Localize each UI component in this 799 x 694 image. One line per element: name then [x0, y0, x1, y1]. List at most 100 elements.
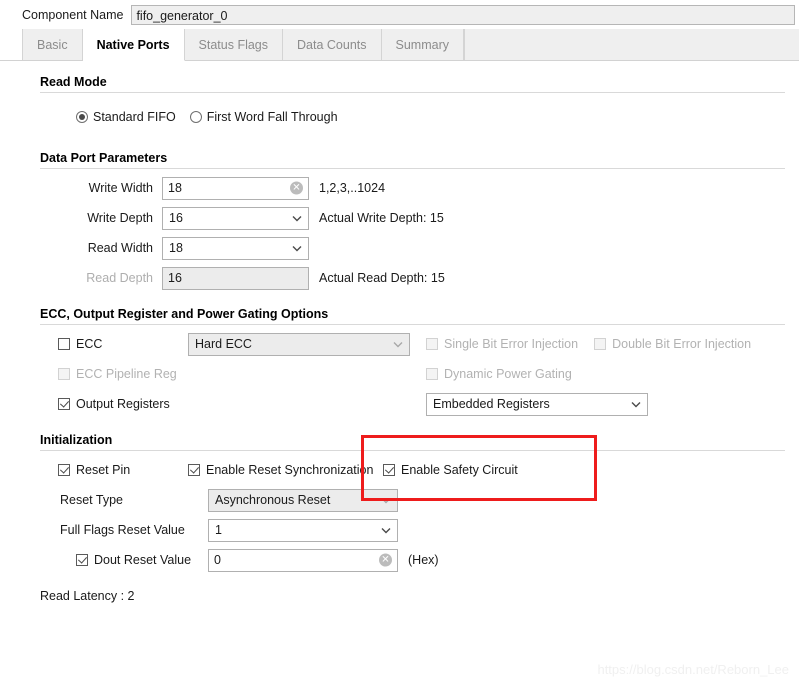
checkbox-output-registers-indicator[interactable]: [58, 398, 70, 410]
checkbox-ecc-pipeline-reg: ECC Pipeline Reg: [58, 367, 410, 381]
read-width-label: Read Width: [87, 241, 153, 255]
chevron-down-icon[interactable]: [631, 401, 641, 408]
full-flags-reset-value-label: Full Flags Reset Value: [60, 523, 185, 537]
dout-reset-value-input[interactable]: 0 ✕: [208, 548, 398, 572]
checkbox-reset-pin-indicator[interactable]: [58, 464, 70, 476]
checkbox-enable-safety-circuit[interactable]: Enable Safety Circuit: [383, 463, 518, 477]
checkbox-double-bit-error-injection-indicator: [594, 338, 607, 350]
tab-data-counts[interactable]: Data Counts: [283, 29, 382, 60]
row-dout-reset-value: Dout Reset Value 0 ✕ (Hex): [58, 545, 785, 575]
checkbox-double-bit-error-injection: Double Bit Error Injection: [594, 337, 751, 351]
section-title-initialization: Initialization: [40, 433, 113, 447]
row-read-width: Read Width 18: [58, 233, 785, 263]
write-width-value: 18: [168, 181, 182, 195]
radio-standard-fifo-indicator[interactable]: [76, 111, 88, 123]
component-name-label: Component Name: [22, 7, 124, 22]
write-width-hint: 1,2,3,..1024: [319, 181, 386, 195]
checkbox-enable-reset-synchronization-indicator[interactable]: [188, 464, 200, 476]
tab-status-flags[interactable]: Status Flags: [184, 29, 284, 60]
native-ports-panel: Read Mode Standard FIFO First Word Fall …: [0, 61, 799, 694]
component-name-bar: Component Name fifo_generator_0: [0, 0, 799, 29]
checkbox-enable-safety-circuit-indicator[interactable]: [383, 464, 395, 476]
tab-basic[interactable]: Basic: [22, 29, 83, 60]
read-depth-hint: Actual Read Depth: 15: [319, 271, 445, 285]
checkbox-single-bit-error-injection-indicator: [426, 338, 438, 350]
radio-first-word-fall-through[interactable]: First Word Fall Through: [189, 110, 338, 124]
radio-first-word-fall-through-indicator[interactable]: [189, 111, 202, 123]
reset-type-select: Asynchronous Reset: [208, 488, 398, 512]
row-reset-pin: Reset Pin Enable Reset Synchronization E…: [58, 455, 785, 485]
write-depth-select[interactable]: 16: [162, 206, 309, 230]
checkbox-ecc-pipeline-reg-indicator: [58, 368, 70, 380]
write-depth-hint: Actual Write Depth: 15: [319, 211, 444, 225]
row-write-width: Write Width 18 ✕ 1,2,3,..1024: [58, 173, 785, 203]
checkbox-ecc[interactable]: ECC: [58, 337, 188, 351]
checkbox-reset-pin[interactable]: Reset Pin: [58, 463, 188, 477]
checkbox-single-bit-error-injection: Single Bit Error Injection: [426, 337, 578, 351]
section-rule: [40, 168, 785, 169]
row-ecc-pipeline: ECC Pipeline Reg Dynamic Power Gating: [58, 359, 785, 389]
radio-first-word-fall-through-label: First Word Fall Through: [206, 110, 338, 124]
checkbox-enable-reset-synchronization-label: Enable Reset Synchronization: [206, 463, 374, 477]
row-ecc: ECC Hard ECC Single Bit Error Injection …: [58, 329, 785, 359]
dout-reset-hex-hint: (Hex): [408, 553, 439, 567]
section-rule: [40, 450, 785, 451]
chevron-down-icon: [381, 497, 391, 504]
embedded-registers-value: Embedded Registers: [433, 397, 550, 411]
reset-type-label: Reset Type: [60, 493, 124, 507]
chevron-down-icon[interactable]: [381, 527, 391, 534]
checkbox-ecc-indicator[interactable]: [58, 338, 70, 350]
section-rule: [40, 92, 785, 93]
checkbox-enable-safety-circuit-label: Enable Safety Circuit: [401, 463, 518, 477]
checkbox-dout-reset-value[interactable]: Dout Reset Value: [58, 553, 208, 567]
checkbox-reset-pin-label: Reset Pin: [76, 463, 131, 477]
ecc-mode-select: Hard ECC: [188, 332, 410, 356]
ecc-mode-value: Hard ECC: [195, 337, 252, 351]
checkbox-double-bit-error-injection-label: Double Bit Error Injection: [612, 337, 752, 351]
tab-summary[interactable]: Summary: [381, 29, 464, 60]
chevron-down-icon: [393, 341, 403, 348]
checkbox-enable-reset-synchronization[interactable]: Enable Reset Synchronization: [188, 463, 383, 477]
row-reset-type: Reset Type Asynchronous Reset: [58, 485, 785, 515]
section-title-data-port: Data Port Parameters: [40, 151, 168, 165]
section-title-read-mode: Read Mode: [40, 75, 107, 89]
checkbox-output-registers[interactable]: Output Registers: [58, 397, 410, 411]
section-initialization: Initialization Reset Pin Enable Reset Sy…: [40, 433, 785, 575]
watermark-text: https://blog.csdn.net/Reborn_Lee: [597, 662, 789, 677]
clear-icon[interactable]: ✕: [290, 181, 303, 195]
reset-type-value: Asynchronous Reset: [215, 493, 331, 507]
write-width-input[interactable]: 18 ✕: [162, 176, 309, 200]
section-title-ecc: ECC, Output Register and Power Gating Op…: [40, 307, 329, 321]
checkbox-single-bit-error-injection-label: Single Bit Error Injection: [444, 337, 579, 351]
tab-native-ports[interactable]: Native Ports: [82, 29, 185, 61]
row-output-registers: Output Registers Embedded Registers: [58, 389, 785, 419]
tab-bar: Basic Native Ports Status Flags Data Cou…: [0, 29, 799, 61]
checkbox-dynamic-power-gating-label: Dynamic Power Gating: [444, 367, 572, 381]
embedded-registers-select[interactable]: Embedded Registers: [426, 392, 648, 416]
dout-reset-value: 0: [214, 553, 221, 567]
row-read-depth: Read Depth 16 Actual Read Depth: 15: [58, 263, 785, 293]
section-read-mode: Read Mode Standard FIFO First Word Fall …: [40, 75, 785, 137]
read-width-select[interactable]: 18: [162, 236, 309, 260]
clear-icon[interactable]: ✕: [379, 553, 392, 567]
checkbox-dout-reset-value-indicator[interactable]: [76, 554, 88, 566]
component-name-input[interactable]: fifo_generator_0: [131, 4, 795, 25]
checkbox-output-registers-label: Output Registers: [76, 397, 170, 411]
checkbox-dynamic-power-gating: Dynamic Power Gating: [426, 367, 572, 381]
chevron-down-icon[interactable]: [292, 245, 302, 252]
section-data-port-parameters: Data Port Parameters Write Width 18 ✕ 1,…: [40, 151, 785, 293]
full-flags-reset-value-select[interactable]: 1: [208, 518, 398, 542]
write-width-label: Write Width: [88, 181, 153, 195]
chevron-down-icon[interactable]: [292, 215, 302, 222]
full-flags-reset-value: 1: [215, 523, 222, 537]
checkbox-ecc-pipeline-reg-label: ECC Pipeline Reg: [76, 367, 177, 381]
read-depth-value: 16: [168, 271, 182, 285]
checkbox-dout-reset-value-label: Dout Reset Value: [94, 553, 192, 567]
radio-standard-fifo[interactable]: Standard FIFO: [76, 110, 176, 124]
radio-standard-fifo-label: Standard FIFO: [93, 110, 176, 124]
tab-bar-filler: [463, 29, 799, 60]
row-full-flags-reset-value: Full Flags Reset Value 1: [58, 515, 785, 545]
read-depth-label: Read Depth: [86, 271, 153, 285]
read-latency-text: Read Latency : 2: [40, 589, 135, 603]
checkbox-ecc-label: ECC: [76, 337, 103, 351]
